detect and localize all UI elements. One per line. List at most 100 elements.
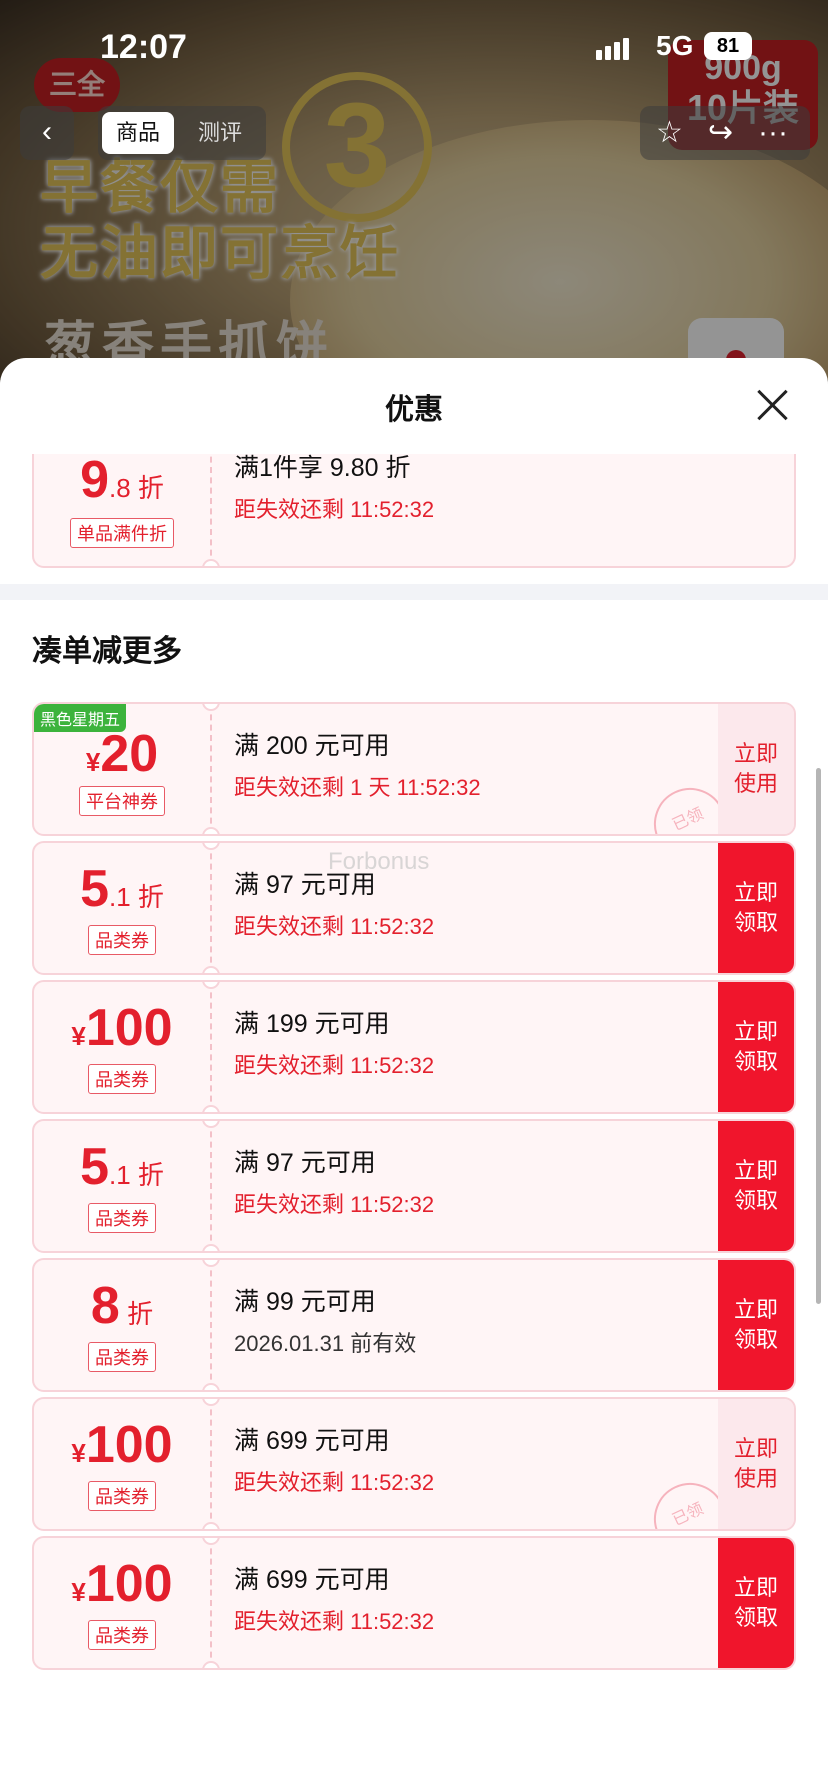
- action-line1: 立即: [733, 1297, 778, 1322]
- favorite-icon[interactable]: ☆: [656, 106, 683, 160]
- coupon-card: 黑色星期五 ¥20 平台神券满 200 元可用 距失效还剩 1 天 11:52:32 已…: [32, 702, 796, 836]
- coupon-amount-value: 20: [100, 725, 159, 783]
- scrollbar[interactable]: [816, 768, 821, 1304]
- coupon-condition: 满 97 元可用: [234, 1149, 376, 1177]
- action-line1: 立即: [733, 1436, 778, 1461]
- action-line2: 领取: [733, 1605, 778, 1630]
- coupon-type-badge: 品类券: [88, 925, 156, 955]
- coupon-action-button[interactable]: 立即 使用: [718, 1399, 794, 1529]
- section-title: 凑单减更多: [32, 635, 182, 668]
- coupon-action-button[interactable]: 立即 领取: [718, 1121, 794, 1251]
- coupon-amount-area: 5.1 折品类券: [34, 1121, 210, 1251]
- nav-actions: ☆ ↪ ···: [640, 106, 810, 160]
- coupon-type-badge: 品类券: [88, 1203, 156, 1233]
- coupon-amount-value: 100: [85, 1416, 173, 1474]
- currency-symbol: ¥: [71, 1021, 86, 1051]
- action-line2: 领取: [733, 910, 778, 935]
- action-line2: 领取: [733, 1188, 778, 1213]
- coupon-type-badge: 品类券: [88, 1481, 156, 1511]
- coupon-divider: [210, 1399, 212, 1529]
- coupon-amount: 5.1 折: [34, 859, 210, 919]
- share-icon[interactable]: ↪: [708, 106, 733, 160]
- coupon-amount-suffix: 折: [119, 1299, 154, 1329]
- coupon-card: ¥100 品类券 满 199 元可用距失效还剩 11:52:32 立即 领取: [32, 980, 796, 1114]
- currency-symbol: ¥: [71, 1438, 86, 1468]
- coupon-card: 5.1 折品类券满 97 元可用 距失效还剩 11:52:32 立即 领取: [32, 1119, 796, 1253]
- currency-symbol: ¥: [85, 747, 101, 777]
- discount-sheet: 优惠 9.8 折 单品满件折 满1件享 9.80 折 距失效还剩 11:52:3…: [0, 358, 828, 1792]
- action-line1: 立即: [733, 1575, 778, 1600]
- coupon-amount: 5.1 折: [34, 1137, 210, 1197]
- coupon-divider: [210, 843, 212, 973]
- action-line2: 使用: [733, 771, 778, 796]
- coupon-expire: 2026.01.31 前有效: [234, 1331, 417, 1356]
- coupon-expire: 距失效还剩 11:52:32: [234, 1053, 435, 1078]
- coupon-action-button[interactable]: 立即 使用: [718, 704, 794, 834]
- action-line1: 立即: [733, 741, 778, 766]
- coupon-amount: ¥100: [34, 1554, 210, 1614]
- coupon-action-button[interactable]: 立即 领取: [718, 1260, 794, 1390]
- coupon-expire: 距失效还剩 11:52:32: [234, 1609, 435, 1634]
- coupon-expire: 距失效还剩 11:52:32: [234, 497, 435, 522]
- coupon-divider: [210, 982, 212, 1112]
- action-line2: 领取: [733, 1327, 778, 1352]
- signal-icon: [596, 38, 632, 60]
- tab-product[interactable]: 商品: [102, 112, 175, 154]
- coupon-amount-value: 100: [85, 1555, 173, 1613]
- coupon-condition: 满 699 元可用: [234, 1427, 390, 1455]
- back-icon[interactable]: ‹: [20, 106, 74, 160]
- coupon-amount-area: ¥100 品类券: [34, 1399, 210, 1529]
- section-divider: [0, 584, 828, 600]
- more-icon[interactable]: ···: [758, 106, 788, 160]
- action-line2: 使用: [733, 1466, 778, 1491]
- coupon-type-badge: 品类券: [88, 1064, 156, 1094]
- coupon-type-badge: 单品满件折: [70, 518, 174, 548]
- status-time: 12:07: [100, 28, 187, 66]
- coupon-amount: ¥100: [34, 998, 210, 1058]
- coupon-amount: 9.8 折: [80, 454, 164, 509]
- coupon-amount: ¥100: [34, 1415, 210, 1475]
- coupon-action-button[interactable]: 立即 领取: [718, 1538, 794, 1668]
- coupon-amount-suffix: .1 折: [109, 1160, 164, 1190]
- coupon-amount-area: ¥100 品类券: [34, 982, 210, 1112]
- coupon-condition: 满 99 元可用: [234, 1288, 376, 1316]
- coupon-divider: [210, 704, 212, 834]
- coupon-condition: 满 199 元可用: [234, 1010, 390, 1038]
- coupon-amount-value: 5: [80, 860, 109, 918]
- coupon-expire: 距失效还剩 1 天 11:52:32: [234, 775, 481, 800]
- nav-tabs: 商品 测评: [98, 106, 266, 160]
- coupon-expire: 距失效还剩 11:52:32: [234, 1192, 435, 1217]
- coupon-amount-area: ¥100 品类券: [34, 1538, 210, 1668]
- coupon-amount-area: 9.8 折 单品满件折: [34, 454, 210, 566]
- coupon-amount-value: 5: [80, 1138, 109, 1196]
- battery-icon: 81: [704, 32, 752, 60]
- coupon-condition: 满1件享 9.80 折: [234, 454, 411, 482]
- coupon-condition: 满 200 元可用: [234, 732, 390, 760]
- top-nav: ‹ 商品 测评 ☆ ↪ ···: [0, 106, 828, 162]
- coupon-amount-value: 8: [90, 1277, 120, 1335]
- hero-slogan-line2: 无油即可烹饪: [40, 221, 401, 286]
- coupon-divider: [210, 1121, 212, 1251]
- coupon-card: 8 折品类券 满 99 元可用 2026.01.31 前有效 立即领取: [32, 1258, 796, 1392]
- action-line1: 立即: [733, 880, 778, 905]
- coupon-divider: [210, 1260, 212, 1390]
- currency-symbol: ¥: [71, 1577, 86, 1607]
- coupon-expire: 距失效还剩 11:52:32: [234, 1470, 435, 1495]
- tab-review[interactable]: 测评: [184, 112, 256, 154]
- coupon-type-badge: 平台神券: [79, 786, 165, 816]
- close-icon[interactable]: [756, 388, 790, 422]
- coupon-amount: 8 折: [34, 1276, 210, 1336]
- action-line2: 领取: [733, 1049, 778, 1074]
- coupon-card-item-discount: 9.8 折 单品满件折 满1件享 9.80 折 距失效还剩 11:52:32: [32, 454, 796, 568]
- coupon-action-button[interactable]: 立即 领取: [718, 982, 794, 1112]
- network-type: 5G: [656, 30, 694, 61]
- coupon-card: ¥100 品类券满 699 元可用 距失效还剩 11:52:32 已领 立即 使用: [32, 1397, 796, 1531]
- coupon-type-badge: 品类券: [88, 1342, 156, 1372]
- coupon-condition: 满 699 元可用: [234, 1566, 390, 1594]
- coupon-amount-suffix: .1 折: [109, 882, 164, 912]
- coupon-type-badge: 品类券: [88, 1620, 156, 1650]
- coupon-action-button[interactable]: 立即 领取: [718, 843, 794, 973]
- sheet-title: 优惠: [384, 394, 443, 426]
- coupon-amount-value: 100: [85, 999, 173, 1057]
- coupon-scroll-area[interactable]: 9.8 折 单品满件折 满1件享 9.80 折 距失效还剩 11:52:32 凑…: [0, 454, 828, 1792]
